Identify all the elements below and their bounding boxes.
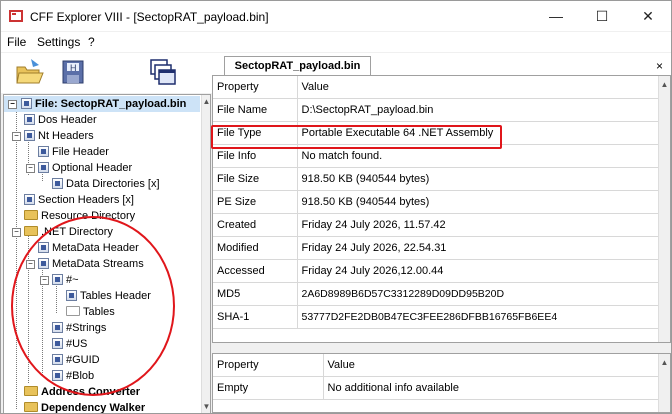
- file-icon: [38, 146, 49, 157]
- tree-item-file-header[interactable]: File Header: [38, 144, 109, 160]
- file-icon: [38, 162, 49, 173]
- tree-item-data-directories[interactable]: Data Directories [x]: [52, 176, 160, 192]
- table-row[interactable]: Created Friday 24 July 2026, 11.57.42: [213, 213, 670, 237]
- tab-file[interactable]: SectopRAT_payload.bin: [224, 56, 371, 76]
- column-header-value[interactable]: Value: [297, 76, 670, 99]
- scroll-down-icon[interactable]: ▼: [202, 402, 210, 411]
- windows-icon[interactable]: [147, 57, 179, 87]
- maximize-button[interactable]: ☐: [579, 1, 625, 31]
- properties-table: Property Value File Name D:\SectopRAT_pay…: [213, 76, 670, 329]
- highlight-ellipse: [11, 216, 175, 396]
- file-icon: [21, 98, 32, 109]
- folder-icon: [24, 226, 38, 236]
- file-icon: [52, 178, 63, 189]
- menu-file[interactable]: File: [7, 35, 26, 49]
- file-icon: [24, 194, 35, 205]
- info-panel: Property Value Empty No additional info a…: [212, 353, 671, 413]
- tree-item-dos-header[interactable]: Dos Header: [24, 112, 97, 128]
- properties-panel: Property Value File Name D:\SectopRAT_pay…: [212, 75, 671, 343]
- window-title: CFF Explorer VIII - [SectopRAT_payload.b…: [30, 10, 269, 24]
- tree-item-nt-headers[interactable]: − Nt Headers: [12, 128, 94, 144]
- scroll-up-icon[interactable]: ▲: [202, 97, 210, 106]
- info-table: Property Value Empty No additional info a…: [213, 354, 670, 400]
- file-icon: [24, 130, 35, 141]
- close-button[interactable]: ✕: [625, 1, 671, 31]
- table-row[interactable]: File Size 918.50 KB (940544 bytes): [213, 167, 670, 191]
- app-window: CFF Explorer VIII - [SectopRAT_payload.b…: [0, 0, 672, 414]
- minimize-button[interactable]: —: [533, 1, 579, 31]
- tree-item-section-headers[interactable]: Section Headers [x]: [24, 192, 134, 208]
- tab-close-icon[interactable]: ×: [656, 59, 663, 73]
- table-row[interactable]: SHA-1 53777D2FE2DB0B47EC3FEE286DFBB16765F…: [213, 305, 670, 329]
- tree-scrollbar[interactable]: ▲ ▼: [201, 95, 210, 413]
- table-header-row: Property Value: [213, 76, 670, 99]
- menu-help[interactable]: ?: [88, 35, 95, 49]
- table-row[interactable]: MD5 2A6D8989B6D57C3312289D09DD95B20D: [213, 282, 670, 306]
- properties-scrollbar[interactable]: ▲: [658, 76, 670, 342]
- file-icon: [24, 114, 35, 125]
- table-row[interactable]: File Name D:\SectopRAT_payload.bin: [213, 98, 670, 122]
- info-scrollbar[interactable]: ▲: [658, 354, 670, 412]
- column-header-value[interactable]: Value: [323, 354, 670, 377]
- open-file-icon[interactable]: [13, 57, 45, 87]
- table-row[interactable]: PE Size 918.50 KB (940544 bytes): [213, 190, 670, 214]
- table-header-row: Property Value: [213, 354, 670, 377]
- menu-bar: File Settings ?: [1, 32, 671, 52]
- tree-root[interactable]: − File: SectopRAT_payload.bin: [4, 96, 200, 112]
- column-header-property[interactable]: Property: [213, 354, 324, 377]
- title-bar: CFF Explorer VIII - [SectopRAT_payload.b…: [1, 1, 671, 31]
- folder-icon: [24, 210, 38, 220]
- app-icon: [9, 10, 23, 22]
- tool-icon: [24, 402, 38, 412]
- svg-text:H: H: [70, 63, 77, 73]
- tool-icon: [24, 386, 38, 396]
- scroll-up-icon[interactable]: ▲: [659, 358, 670, 367]
- table-row[interactable]: Empty No additional info available: [213, 376, 670, 400]
- scroll-up-icon[interactable]: ▲: [659, 80, 670, 89]
- column-header-property[interactable]: Property: [213, 76, 298, 99]
- table-row[interactable]: Accessed Friday 24 July 2026,12.00.44: [213, 259, 670, 283]
- disk-save-icon[interactable]: H: [57, 57, 89, 87]
- menu-settings[interactable]: Settings: [37, 35, 80, 49]
- highlight-rectangle: [211, 125, 502, 149]
- tree-item-dependency-walker[interactable]: Dependency Walker: [24, 400, 145, 413]
- table-row[interactable]: Modified Friday 24 July 2026, 22.54.31: [213, 236, 670, 260]
- tree-item-optional-header[interactable]: − Optional Header: [26, 160, 132, 176]
